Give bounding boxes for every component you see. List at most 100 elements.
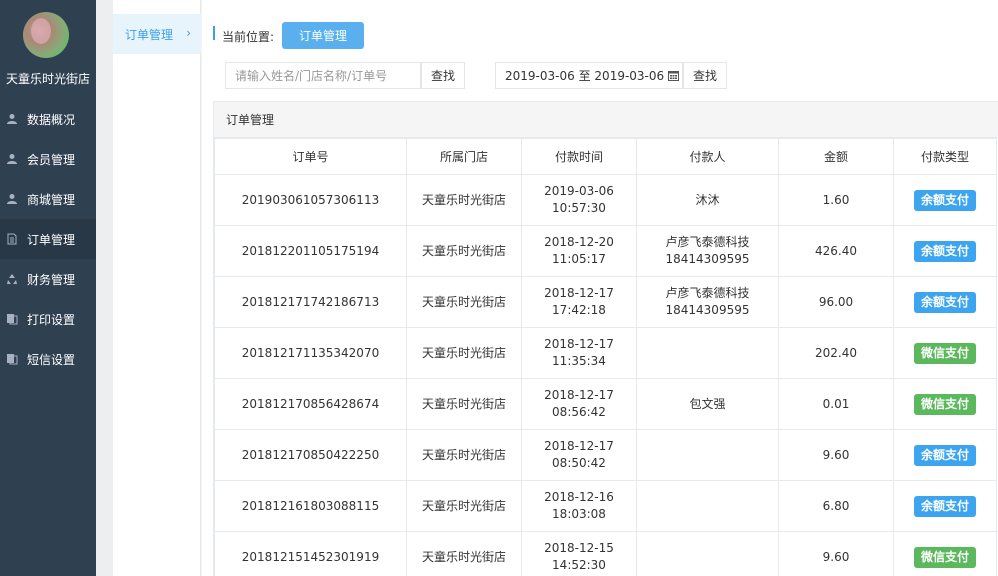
payer-phone: 18414309595	[665, 252, 750, 266]
search-input[interactable]: 请输入姓名/门店名称/订单号	[225, 62, 421, 89]
copy-icon	[5, 352, 19, 366]
order-number: 201903061057306113	[241, 192, 380, 207]
column-header[interactable]: 付款类型	[893, 138, 997, 175]
search-button[interactable]: 查找	[421, 62, 465, 89]
payment-type-badge[interactable]: 余额支付	[914, 444, 976, 466]
column-header[interactable]: 付款人	[636, 138, 779, 175]
pay-date: 2018-12-17	[544, 337, 614, 351]
subnav-strip	[96, 0, 113, 576]
amount: 0.01	[822, 396, 850, 411]
table-row[interactable]: 201812171742186713 天童乐时光街店 2018-12-17 17:42…	[214, 276, 997, 328]
order-number: 201812170856428674	[241, 396, 380, 411]
document-icon	[5, 232, 19, 246]
table-row[interactable]: 201812171135342070 天童乐时光街店 2018-12-17 11:35…	[214, 327, 997, 379]
sidebar-item-label: 商城管理	[27, 192, 76, 207]
pay-date: 2018-12-16	[544, 490, 614, 504]
table-header-row: 订单号 所属门店 付款时间 付款人 金额 付款类型	[214, 138, 997, 175]
amount: 9.60	[822, 447, 850, 462]
store-name: 天童乐时光街店	[421, 447, 506, 462]
copy-icon	[5, 312, 19, 326]
sidebar: 天童乐时光街店 数据概况会员管理商城管理订单管理财务管理打印设置短信设置	[0, 0, 96, 576]
payer-phone: 18414309595	[665, 303, 750, 317]
pay-date: 2018-12-17	[544, 388, 614, 402]
payment-type-badge[interactable]: 余额支付	[914, 189, 976, 211]
sidebar-item-label: 打印设置	[27, 312, 76, 327]
avatar[interactable]	[23, 12, 69, 58]
user-icon	[5, 152, 19, 166]
table-row[interactable]: 201812201105175194 天童乐时光街店 2018-12-20 11:05…	[214, 225, 997, 277]
payer-name: 沐沐	[695, 192, 720, 207]
subpanel: 订单管理 ›	[113, 0, 201, 576]
panel-title: 订单管理	[214, 102, 998, 138]
store-name: 天童乐时光街店	[421, 294, 506, 309]
chevron-right-icon: ›	[186, 26, 191, 40]
user-icon	[5, 112, 19, 126]
store-name: 天童乐时光街店	[421, 345, 506, 360]
pay-time: 11:35:34	[552, 354, 606, 368]
store-name: 天童乐时光街店	[421, 396, 506, 411]
subpanel-item-label: 订单管理	[125, 27, 174, 42]
date-start: 2019-03-06	[505, 68, 575, 83]
order-number: 201812201105175194	[241, 243, 380, 258]
subpanel-item-orders[interactable]: 订单管理 ›	[113, 14, 201, 54]
store-name: 天童乐时光街店	[421, 192, 506, 207]
pay-time: 08:56:42	[552, 405, 606, 419]
user-icon	[5, 192, 19, 206]
calendar-icon	[668, 71, 680, 81]
sidebar-item-0[interactable]: 数据概况	[0, 99, 96, 139]
column-header[interactable]: 订单号	[214, 138, 407, 175]
date-search-button[interactable]: 查找	[683, 62, 727, 89]
amount: 202.40	[815, 345, 857, 360]
sidebar-item-2[interactable]: 商城管理	[0, 179, 96, 219]
sidebar-item-3[interactable]: 订单管理	[0, 219, 96, 259]
payment-type-badge[interactable]: 微信支付	[914, 393, 976, 415]
date-range-input[interactable]: 2019-03-06 至 2019-03-06	[495, 62, 683, 89]
orders-panel: 订单管理 订单号 所属门店 付款时间 付款人 金额 付款类型 20190306105730…	[213, 101, 998, 576]
order-number: 201812170850422250	[241, 447, 380, 462]
order-number: 201812171742186713	[241, 294, 380, 309]
pay-time: 08:50:42	[552, 456, 606, 470]
pay-date: 2018-12-17	[544, 439, 614, 453]
breadcrumb-current-button[interactable]: 订单管理	[282, 22, 364, 49]
payer-name: 卢彦飞泰德科技	[665, 235, 750, 249]
store-name: 天童乐时光街店	[421, 243, 506, 258]
sidebar-item-5[interactable]: 打印设置	[0, 299, 96, 339]
table-row[interactable]: 201812161803088115 天童乐时光街店 2018-12-16 18:03…	[214, 480, 997, 532]
payment-type-badge[interactable]: 微信支付	[914, 342, 976, 364]
payment-type-badge[interactable]: 微信支付	[914, 546, 976, 568]
recycle-icon	[5, 272, 19, 286]
amount: 426.40	[815, 243, 857, 258]
payment-type-badge[interactable]: 余额支付	[914, 240, 976, 262]
amount: 9.60	[822, 549, 850, 564]
order-number: 201812161803088115	[241, 498, 380, 513]
payment-type-badge[interactable]: 余额支付	[914, 495, 976, 517]
store-name: 天童乐时光街店	[421, 498, 506, 513]
sidebar-item-label: 财务管理	[27, 272, 76, 287]
date-separator: 至	[578, 69, 591, 83]
order-number: 201812151452301919	[241, 549, 380, 564]
pay-time: 14:52:30	[552, 558, 606, 572]
pay-time: 17:42:18	[552, 303, 606, 317]
sidebar-item-6[interactable]: 短信设置	[0, 339, 96, 379]
column-header[interactable]: 金额	[778, 138, 894, 175]
breadcrumb-marker	[213, 26, 215, 40]
orders-table: 订单号 所属门店 付款时间 付款人 金额 付款类型 201903061057306113 天…	[214, 138, 997, 576]
shop-name: 天童乐时光街店	[5, 72, 90, 86]
pay-time: 18:03:08	[552, 507, 606, 521]
sidebar-item-4[interactable]: 财务管理	[0, 259, 96, 299]
table-row[interactable]: 201812170856428674 天童乐时光街店 2018-12-17 08:56…	[214, 378, 997, 430]
sidebar-item-label: 会员管理	[27, 152, 76, 167]
order-number: 201812171135342070	[241, 345, 380, 360]
pay-time: 11:05:17	[552, 252, 606, 266]
table-row[interactable]: 201903061057306113 天童乐时光街店 2019-03-06 10:57…	[214, 174, 997, 226]
sidebar-item-1[interactable]: 会员管理	[0, 139, 96, 179]
breadcrumb-label: 当前位置:	[222, 30, 275, 44]
pay-time: 10:57:30	[552, 201, 606, 215]
payment-type-badge[interactable]: 余额支付	[914, 291, 976, 313]
pay-date: 2018-12-20	[544, 235, 614, 249]
table-row[interactable]: 201812151452301919 天童乐时光街店 2018-12-15 14:52…	[214, 531, 997, 576]
column-header[interactable]: 所属门店	[406, 138, 522, 175]
column-header[interactable]: 付款时间	[521, 138, 637, 175]
table-row[interactable]: 201812170850422250 天童乐时光街店 2018-12-17 08:50…	[214, 429, 997, 481]
sidebar-item-label: 订单管理	[27, 232, 76, 247]
